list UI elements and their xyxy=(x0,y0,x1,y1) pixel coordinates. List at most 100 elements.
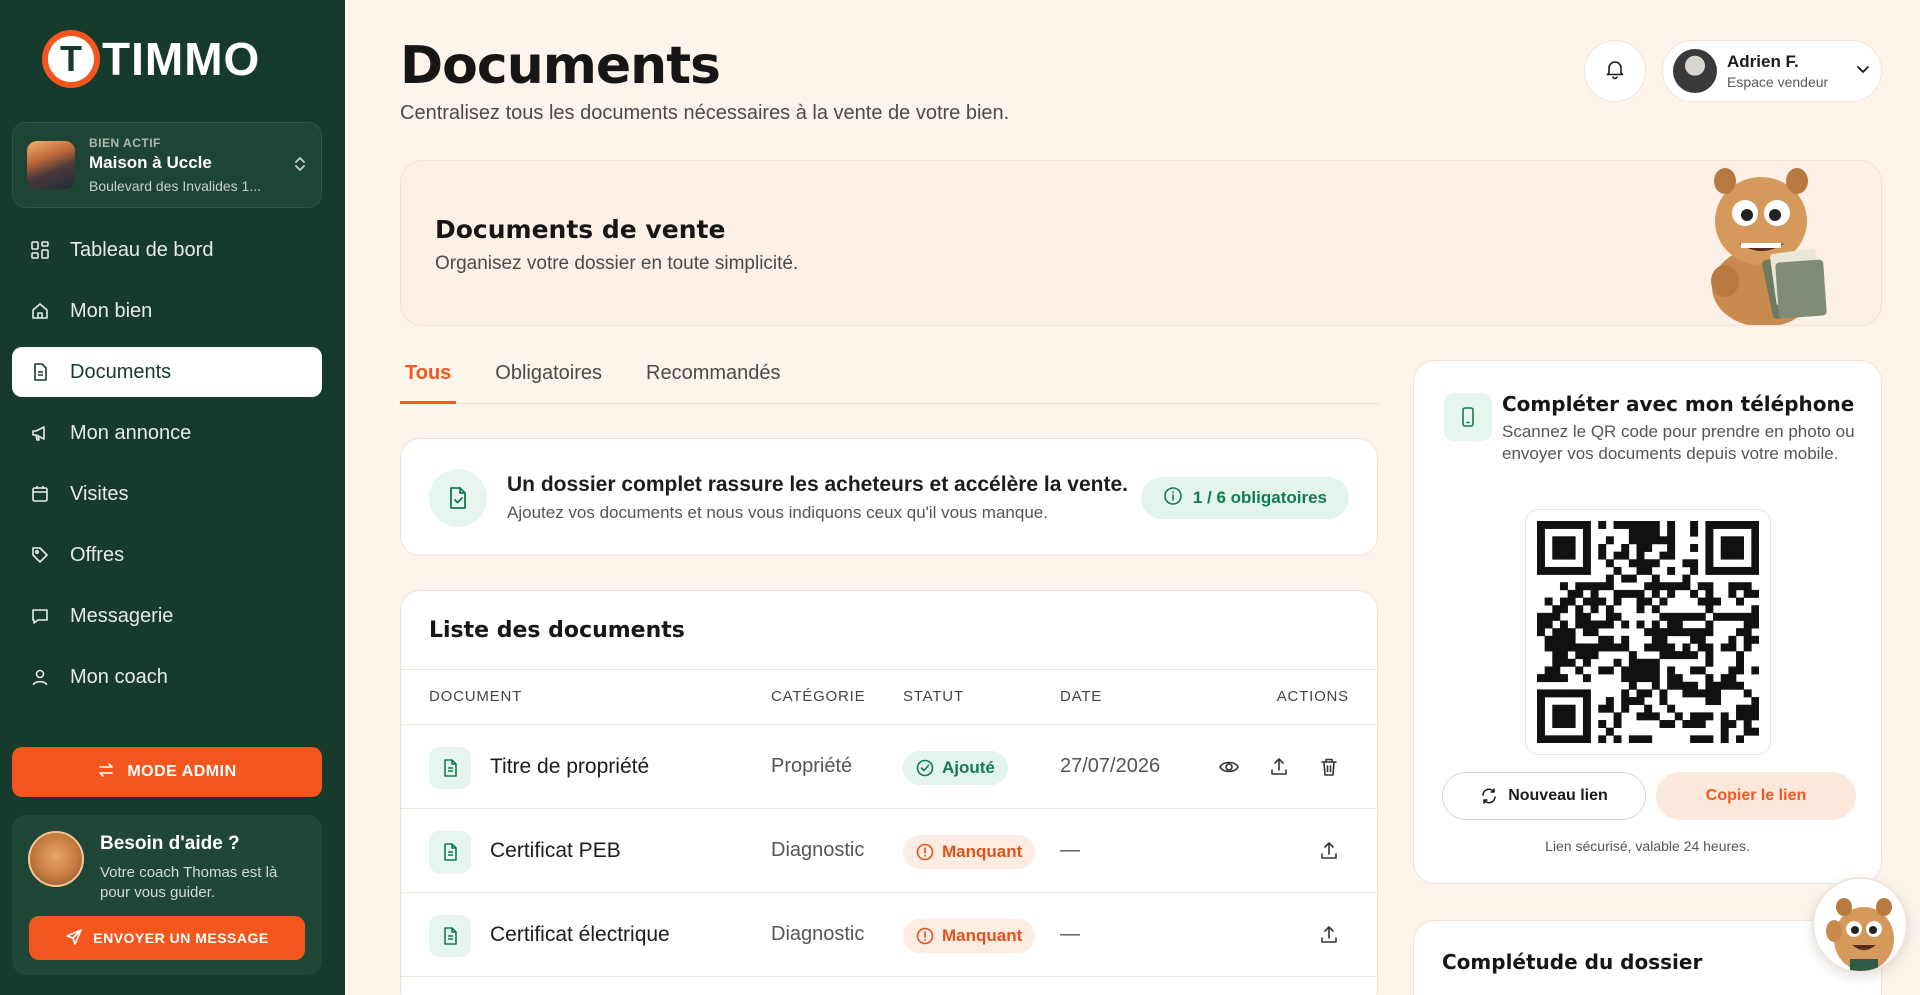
qr-module xyxy=(1667,536,1676,545)
chevron-up-down-icon xyxy=(293,154,307,177)
qr-module xyxy=(1575,612,1584,621)
qr-module xyxy=(1713,566,1722,575)
qr-module xyxy=(1720,727,1729,736)
qr-module xyxy=(1667,643,1676,652)
completion-info-card: Un dossier complet rassure les acheteurs… xyxy=(400,438,1378,556)
qr-module xyxy=(1559,628,1568,637)
qr-module xyxy=(1575,666,1584,675)
qr-module xyxy=(1559,521,1568,529)
qr-module xyxy=(1667,666,1676,675)
qr-module xyxy=(1720,521,1729,529)
document-date: — xyxy=(1060,839,1080,861)
sidebar-item-visits[interactable]: Visites xyxy=(12,469,322,519)
qr-module xyxy=(1674,620,1683,629)
brand-logo[interactable]: T TIMMO xyxy=(42,30,260,88)
qr-module xyxy=(1705,536,1714,545)
qr-module xyxy=(1636,658,1645,667)
upload-icon[interactable] xyxy=(1315,837,1343,865)
qr-module xyxy=(1636,712,1645,721)
qr-module xyxy=(1720,536,1729,545)
qr-module xyxy=(1644,643,1653,652)
qr-module xyxy=(1690,666,1699,675)
qr-module xyxy=(1552,566,1561,575)
upload-icon[interactable] xyxy=(1315,921,1343,949)
qr-module xyxy=(1582,628,1591,637)
sidebar-item-coach[interactable]: Mon coach xyxy=(12,652,322,702)
qr-module xyxy=(1567,735,1576,743)
tag-icon xyxy=(28,543,52,567)
completeness-title: Complétude du dossier xyxy=(1442,950,1703,974)
qr-module xyxy=(1628,589,1637,598)
user-icon xyxy=(28,665,52,689)
qr-module xyxy=(1582,551,1591,560)
qr-module xyxy=(1582,582,1591,591)
notifications-button[interactable] xyxy=(1584,40,1646,102)
table-row[interactable]: Titre de propriété Propriété Ajouté 27/0… xyxy=(401,725,1377,809)
tab-all[interactable]: Tous xyxy=(400,356,457,404)
qr-module xyxy=(1728,681,1737,690)
sidebar-item-offers[interactable]: Offres xyxy=(12,530,322,580)
qr-module xyxy=(1598,551,1607,560)
tab-recommended[interactable]: Recommandés xyxy=(641,356,786,404)
sidebar-item-messages[interactable]: Messagerie xyxy=(12,591,322,641)
sidebar-item-dashboard[interactable]: Tableau de bord xyxy=(12,225,322,275)
qr-module xyxy=(1582,620,1591,629)
qr-module xyxy=(1690,712,1699,721)
qr-module xyxy=(1567,704,1576,713)
qr-module xyxy=(1605,582,1614,591)
qr-module xyxy=(1552,704,1561,713)
tab-mandatory[interactable]: Obligatoires xyxy=(490,356,607,404)
qr-module xyxy=(1613,566,1622,575)
document-date: 27/07/2026 xyxy=(1060,755,1161,777)
qr-module xyxy=(1705,528,1714,537)
new-link-button[interactable]: Nouveau lien xyxy=(1442,772,1646,820)
coach-chat-button[interactable] xyxy=(1812,877,1908,973)
qr-module xyxy=(1713,681,1722,690)
qr-module xyxy=(1644,689,1653,698)
trash-icon[interactable] xyxy=(1315,753,1343,781)
qr-module xyxy=(1690,681,1699,690)
banner-title: Documents de vente xyxy=(435,215,726,244)
qr-module xyxy=(1751,543,1759,552)
sidebar-item-listing[interactable]: Mon annonce xyxy=(12,408,322,458)
qr-module xyxy=(1605,697,1614,706)
sidebar: T TIMMO BIEN ACTIF Maison à Uccle Boulev… xyxy=(0,0,345,995)
user-menu[interactable]: Adrien F. Espace vendeur xyxy=(1662,40,1882,102)
qr-module xyxy=(1697,689,1706,698)
qr-module xyxy=(1544,612,1553,621)
qr-module xyxy=(1674,582,1683,591)
qr-module xyxy=(1667,720,1676,728)
qr-module xyxy=(1674,612,1683,621)
send-message-button[interactable]: ENVOYER UN MESSAGE xyxy=(29,916,305,960)
qr-module xyxy=(1751,620,1759,629)
property-name: Maison à Uccle xyxy=(89,153,212,172)
qr-module xyxy=(1690,735,1699,743)
qr-module xyxy=(1567,589,1576,598)
qr-module xyxy=(1682,681,1691,690)
home-icon xyxy=(28,299,52,323)
copy-link-button[interactable]: Copier le lien xyxy=(1656,772,1856,820)
qr-module xyxy=(1567,521,1576,529)
sidebar-item-documents[interactable]: Documents xyxy=(12,347,322,397)
qr-module xyxy=(1621,574,1630,583)
admin-mode-button[interactable]: MODE ADMIN xyxy=(12,747,322,797)
qr-module xyxy=(1736,551,1744,560)
qr-module xyxy=(1713,612,1722,621)
qr-module xyxy=(1575,605,1584,614)
qr-module xyxy=(1644,521,1653,529)
table-row[interactable]: Certificat électrique Diagnostic Manquan… xyxy=(401,893,1377,977)
upload-icon[interactable] xyxy=(1265,753,1293,781)
view-icon[interactable] xyxy=(1215,753,1243,781)
qr-module xyxy=(1690,559,1699,568)
status-badge: Manquant xyxy=(903,835,1036,869)
sidebar-item-property[interactable]: Mon bien xyxy=(12,286,322,336)
qr-module xyxy=(1682,559,1691,568)
property-switcher[interactable]: BIEN ACTIF Maison à Uccle Boulevard des … xyxy=(12,122,322,208)
table-row[interactable]: Certificat PEB Diagnostic Manquant — xyxy=(401,809,1377,893)
qr-module xyxy=(1674,651,1683,660)
qr-module xyxy=(1651,536,1660,545)
qr-module xyxy=(1628,666,1637,675)
qr-module xyxy=(1682,582,1691,591)
qr-module xyxy=(1582,712,1591,721)
qr-module xyxy=(1736,612,1744,621)
